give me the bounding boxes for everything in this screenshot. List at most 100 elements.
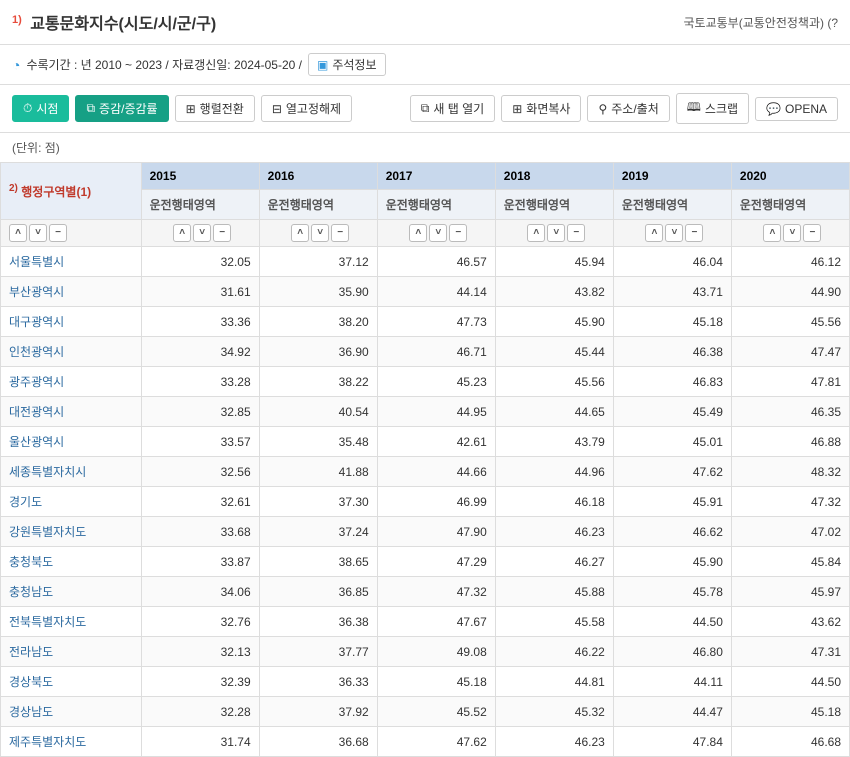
value-cell: 46.80 <box>613 637 731 667</box>
change-label: 증감/증감률 <box>99 100 158 117</box>
region-cell[interactable]: 서울특별시 <box>1 247 142 277</box>
expand-icon[interactable]: ˄ <box>173 224 191 242</box>
value-cell: 47.90 <box>377 517 495 547</box>
value-cell: 45.88 <box>495 577 613 607</box>
expand-icon[interactable]: ˄ <box>645 224 663 242</box>
region-cell[interactable]: 광주광역시 <box>1 367 142 397</box>
openapi-label: OPENA <box>785 102 827 116</box>
minus-icon[interactable]: − <box>803 224 821 242</box>
region-cell[interactable]: 인천광역시 <box>1 337 142 367</box>
value-cell: 34.92 <box>141 337 259 367</box>
unfix-button[interactable]: ⊟ 열고정해제 <box>261 95 352 122</box>
minus-icon[interactable]: − <box>685 224 703 242</box>
year-header[interactable]: 2018 <box>495 163 613 190</box>
address-button[interactable]: ⚲ 주소/출처 <box>587 95 669 122</box>
region-cell[interactable]: 전라남도 <box>1 637 142 667</box>
region-cell[interactable]: 제주특별자치도 <box>1 727 142 757</box>
title-sup: 1) <box>12 14 22 26</box>
value-cell: 47.62 <box>377 727 495 757</box>
minus-icon[interactable]: − <box>49 224 67 242</box>
transpose-button[interactable]: ⊞ 행렬전환 <box>175 95 255 122</box>
subhead: 운전행태영역 <box>613 190 731 220</box>
table-row: 인천광역시34.9236.9046.7145.4446.3847.47 <box>1 337 850 367</box>
expand-icon[interactable]: ˄ <box>763 224 781 242</box>
value-cell: 32.05 <box>141 247 259 277</box>
value-cell: 44.11 <box>613 667 731 697</box>
value-cell: 46.83 <box>613 367 731 397</box>
value-cell: 45.52 <box>377 697 495 727</box>
value-cell: 33.87 <box>141 547 259 577</box>
newtab-label: 새 탭 열기 <box>433 100 484 117</box>
bookmark-icon: 🕮 <box>687 98 701 119</box>
region-cell[interactable]: 경상남도 <box>1 697 142 727</box>
collapse-icon[interactable]: ˅ <box>29 224 47 242</box>
value-cell: 32.76 <box>141 607 259 637</box>
year-header[interactable]: 2019 <box>613 163 731 190</box>
newtab-button[interactable]: ⧉ 새 탭 열기 <box>410 95 495 122</box>
value-cell: 46.27 <box>495 547 613 577</box>
value-cell: 45.91 <box>613 487 731 517</box>
collapse-icon[interactable]: ˅ <box>311 224 329 242</box>
region-cell[interactable]: 강원특별자치도 <box>1 517 142 547</box>
expand-icon[interactable]: ˄ <box>291 224 309 242</box>
change-button[interactable]: ⧉ 증감/증감률 <box>75 95 168 122</box>
value-cell: 41.88 <box>259 457 377 487</box>
collapse-icon[interactable]: ˅ <box>547 224 565 242</box>
region-cell[interactable]: 경상북도 <box>1 667 142 697</box>
value-cell: 37.12 <box>259 247 377 277</box>
view-button[interactable]: ⏱ 시점 <box>12 95 69 122</box>
value-cell: 31.74 <box>141 727 259 757</box>
year-header[interactable]: 2020 <box>731 163 849 190</box>
collapse-icon[interactable]: ˅ <box>783 224 801 242</box>
value-cell: 45.32 <box>495 697 613 727</box>
annotation-label: 주석정보 <box>332 56 376 73</box>
region-cell[interactable]: 전북특별자치도 <box>1 607 142 637</box>
table-row: 제주특별자치도31.7436.6847.6246.2347.8446.68 <box>1 727 850 757</box>
subhead: 운전행태영역 <box>495 190 613 220</box>
region-cell[interactable]: 세종특별자치시 <box>1 457 142 487</box>
value-cell: 33.68 <box>141 517 259 547</box>
data-table: 2) 행정구역별(1) 2015 2016 2017 2018 2019 202… <box>0 162 850 757</box>
value-cell: 33.57 <box>141 427 259 457</box>
value-cell: 47.67 <box>377 607 495 637</box>
region-cell[interactable]: 충청남도 <box>1 577 142 607</box>
annotation-button[interactable]: ▣ 주석정보 <box>308 53 386 76</box>
region-cell[interactable]: 대전광역시 <box>1 397 142 427</box>
value-cell: 47.62 <box>613 457 731 487</box>
year-header[interactable]: 2016 <box>259 163 377 190</box>
value-cell: 45.58 <box>495 607 613 637</box>
value-cell: 44.50 <box>731 667 849 697</box>
value-cell: 36.38 <box>259 607 377 637</box>
value-cell: 43.82 <box>495 277 613 307</box>
year-header[interactable]: 2017 <box>377 163 495 190</box>
minus-icon[interactable]: − <box>567 224 585 242</box>
value-cell: 40.54 <box>259 397 377 427</box>
region-cell[interactable]: 대구광역시 <box>1 307 142 337</box>
minus-icon[interactable]: − <box>449 224 467 242</box>
clock-icon: ⏱ <box>23 101 32 116</box>
table-row: 경상북도32.3936.3345.1844.8144.1144.50 <box>1 667 850 697</box>
value-cell: 47.02 <box>731 517 849 547</box>
minus-icon[interactable]: − <box>213 224 231 242</box>
collapse-icon[interactable]: ˅ <box>193 224 211 242</box>
expand-icon[interactable]: ˄ <box>409 224 427 242</box>
value-cell: 46.88 <box>731 427 849 457</box>
value-cell: 36.90 <box>259 337 377 367</box>
value-cell: 45.84 <box>731 547 849 577</box>
region-cell[interactable]: 충청북도 <box>1 547 142 577</box>
copy-button[interactable]: ⊞ 화면복사 <box>501 95 581 122</box>
scrap-button[interactable]: 🕮 스크랩 <box>676 93 749 124</box>
region-cell[interactable]: 부산광역시 <box>1 277 142 307</box>
value-cell: 44.96 <box>495 457 613 487</box>
collapse-icon[interactable]: ˅ <box>665 224 683 242</box>
region-cell[interactable]: 울산광역시 <box>1 427 142 457</box>
region-cell[interactable]: 경기도 <box>1 487 142 517</box>
collapse-icon[interactable]: ˅ <box>429 224 447 242</box>
minus-icon[interactable]: − <box>331 224 349 242</box>
value-cell: 38.20 <box>259 307 377 337</box>
expand-icon[interactable]: ˄ <box>527 224 545 242</box>
year-header[interactable]: 2015 <box>141 163 259 190</box>
value-cell: 35.48 <box>259 427 377 457</box>
expand-icon[interactable]: ˄ <box>9 224 27 242</box>
openapi-button[interactable]: 💬 OPENA <box>755 97 838 121</box>
